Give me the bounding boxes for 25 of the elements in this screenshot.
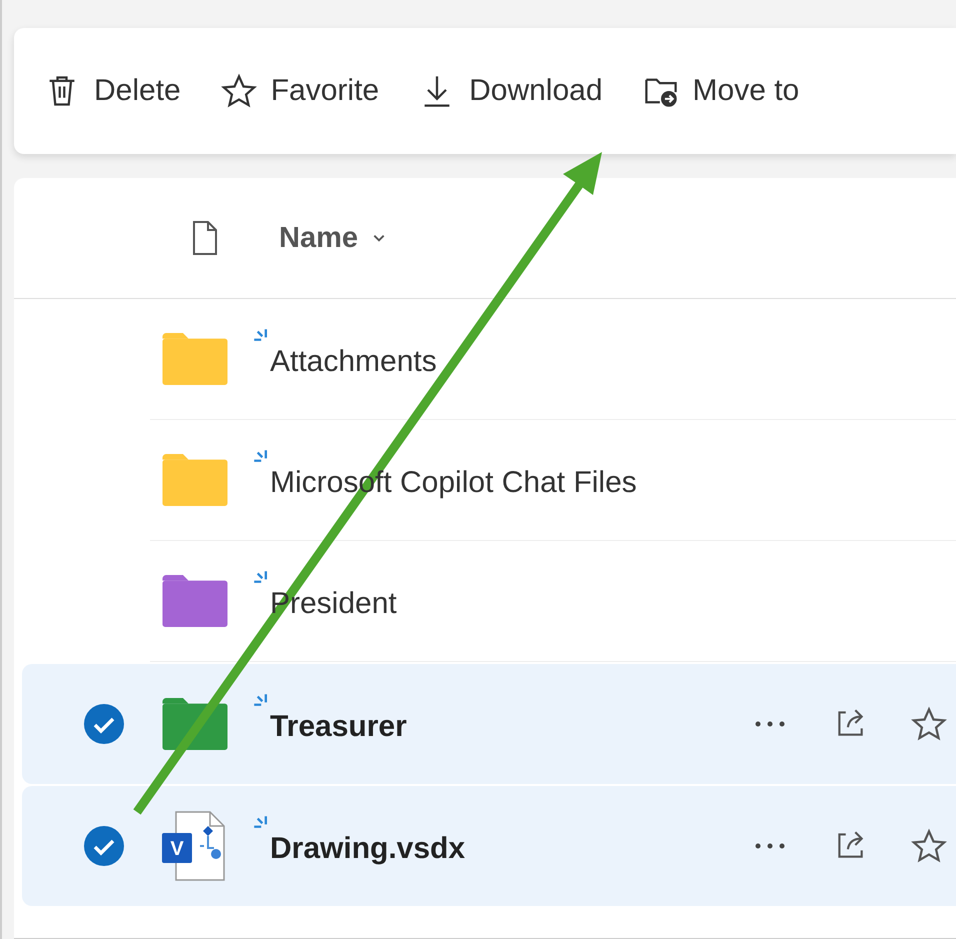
more-icon[interactable] <box>754 720 786 728</box>
name-column-header[interactable]: Name <box>279 222 358 254</box>
file-name: Treasurer <box>270 710 407 743</box>
file-name: Attachments <box>270 345 437 378</box>
toolbar-button[interactable]: Favorite <box>220 73 380 109</box>
toolbar-button[interactable]: Move to <box>642 73 800 109</box>
star-icon[interactable] <box>911 706 947 742</box>
file-row[interactable]: Treasurer <box>22 664 956 784</box>
sparkle-icon <box>253 449 267 462</box>
star-icon[interactable] <box>911 828 947 864</box>
icon-letter: V <box>170 838 184 860</box>
toolbar-button[interactable]: Delete <box>44 73 181 109</box>
star-icon <box>220 73 257 109</box>
file-name: Drawing.vsdx <box>270 832 466 865</box>
file-row[interactable]: V Drawing.vsdx <box>22 786 956 906</box>
sparkle-icon <box>253 570 267 583</box>
diagram-file-icon <box>162 811 225 881</box>
sparkle-icon <box>253 328 267 341</box>
check-circle-icon[interactable] <box>84 826 124 866</box>
sparkle-icon <box>253 815 267 828</box>
more-icon[interactable] <box>754 842 786 850</box>
toolbar-button[interactable]: Download <box>419 73 603 109</box>
chevron-down-icon <box>372 233 386 243</box>
sparkle-icon <box>253 693 267 706</box>
check-circle-icon[interactable] <box>84 704 124 744</box>
